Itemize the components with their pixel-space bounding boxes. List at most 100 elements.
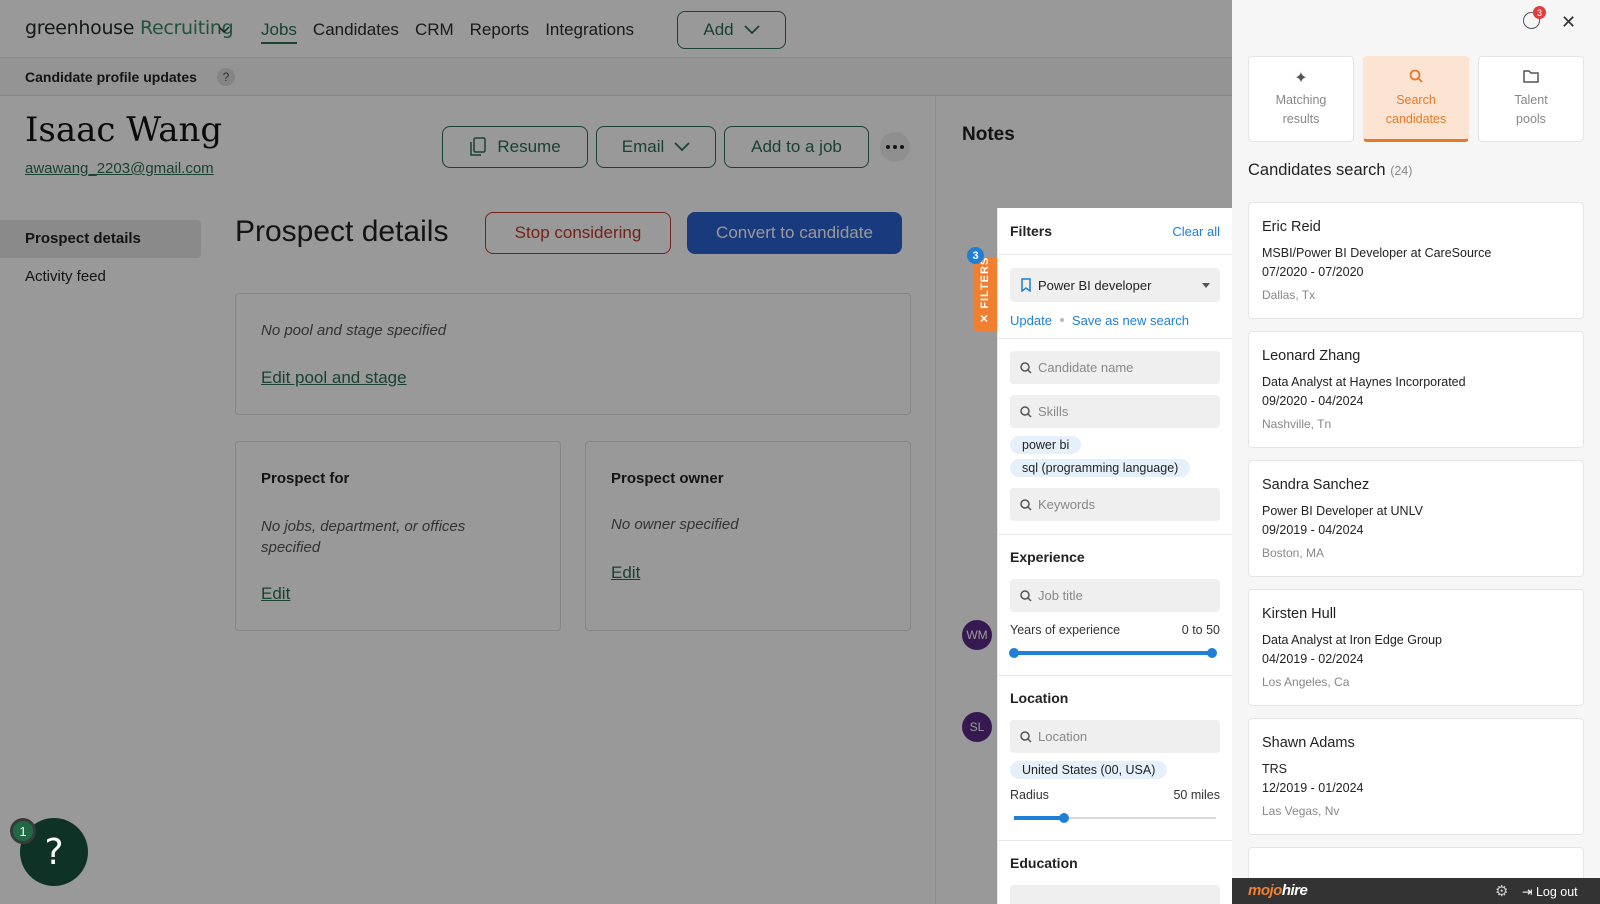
location-input[interactable]: Location [1010,720,1220,753]
keyword-section: Candidate name Skills power bi sql (prog… [998,339,1232,535]
clear-all-link[interactable]: Clear all [1172,224,1220,239]
notification-badge: 3 [1533,6,1546,19]
update-search-link[interactable]: Update [1010,313,1052,328]
candidate-card[interactable]: Sandra Sanchez Power BI Developer at UNL… [1248,460,1584,577]
filters-toggle-tab[interactable]: ✕ FILTERS [974,257,997,332]
candidate-card-role: Data Analyst at Iron Edge Group [1262,633,1442,647]
logout-button[interactable]: ⇥ Log out [1522,884,1578,899]
mojohire-logo: mojohire [1248,882,1308,899]
candidate-card[interactable]: Shawn Adams TRS 12/2019 - 01/2024 Las Ve… [1248,718,1584,835]
search-icon [1020,361,1032,374]
question-icon: ? [44,831,64,873]
filters-tab-label: ✕ FILTERS [979,256,991,323]
filters-header: Filters Clear all [998,208,1232,255]
tab-label: candidates [1385,112,1447,126]
candidate-card-dates: 12/2019 - 01/2024 [1262,781,1364,795]
skills-input[interactable]: Skills [1010,395,1220,428]
sparkle-icon: ✦ [1294,70,1308,87]
candidate-card-dates: 09/2020 - 04/2024 [1262,394,1364,408]
experience-section: Experience Job title Years of experience… [998,535,1232,676]
tab-label: Talent [1514,93,1548,107]
candidate-card[interactable]: Leonard Zhang Data Analyst at Haynes Inc… [1248,331,1584,448]
radius-row: Radius 50 miles [1010,788,1220,802]
skill-chip[interactable]: sql (programming language) [1010,459,1191,477]
filters-panel: Filters Clear all Power BI developer Upd… [997,208,1232,904]
tab-matching-results[interactable]: ✦ Matching results [1248,56,1354,142]
saved-search-actions: Update Save as new search [1010,302,1220,338]
skill-chip[interactable]: power bi [1010,436,1082,454]
candidate-card[interactable]: Kirsten Hull Data Analyst at Iron Edge G… [1248,589,1584,706]
results-count: (24) [1390,164,1413,178]
tab-label: results [1282,112,1320,126]
panel-footer: mojohire ⚙ ⇥ Log out [1232,878,1600,904]
years-label: Years of experience [1010,623,1121,637]
radius-label: Radius [1010,788,1049,802]
candidate-card-dates: 09/2019 - 04/2024 [1262,523,1364,537]
location-title: Location [1010,690,1069,706]
location-section: Location Location United States (00, USA… [998,676,1232,841]
tab-search-candidates[interactable]: Search candidates [1363,56,1469,142]
candidate-card-location: Dallas, Tx [1262,288,1316,302]
candidate-card-role: TRS [1262,762,1287,776]
search-icon [1020,589,1032,602]
keywords-placeholder: Keywords [1038,497,1096,512]
search-icon [1020,405,1032,418]
results-title-text: Candidates search [1248,161,1386,179]
radius-value: 50 miles [1173,788,1220,802]
panel-toolbar: 3 ✕ [1232,0,1600,45]
candidate-card-role: Power BI Developer at UNLV [1262,504,1423,518]
candidate-card-name: Leonard Zhang [1262,348,1361,364]
years-value: 0 to 50 [1181,623,1220,637]
search-icon [1020,498,1032,511]
location-chip[interactable]: United States (00, USA) [1010,761,1168,779]
candidate-card-location: Boston, MA [1262,546,1325,560]
candidate-card-name: Shawn Adams [1262,735,1355,751]
tab-talent-pools[interactable]: Talent pools [1478,56,1584,142]
candidate-card-name: Sandra Sanchez [1262,477,1370,493]
experience-title: Experience [1010,549,1085,565]
saved-search-select[interactable]: Power BI developer [1010,268,1220,302]
caret-down-icon [1202,283,1210,288]
candidate-name-input[interactable]: Candidate name [1010,351,1220,384]
sourcing-panel: 3 ✕ ✦ Matching results Search candidates… [1232,0,1600,904]
candidate-card-role: Data Analyst at Haynes Incorporated [1262,375,1466,389]
slider-handle[interactable] [1207,648,1217,658]
location-placeholder: Location [1038,729,1088,744]
candidate-card[interactable]: Eric Reid MSBI/Power BI Developer at Car… [1248,202,1584,319]
logout-label: Log out [1535,885,1578,899]
tab-label: pools [1516,112,1546,126]
slider-handle[interactable] [1058,813,1069,823]
slider-handle[interactable] [1009,648,1019,658]
save-new-search-link[interactable]: Save as new search [1072,313,1189,328]
candidate-name-placeholder: Candidate name [1038,360,1134,375]
active-filters-badge: 3 [967,247,984,264]
candidate-card-location: Las Vegas, Nv [1262,804,1340,818]
tab-label: Search [1396,93,1436,107]
education-title: Education [1010,855,1078,871]
tab-label: Matching [1275,93,1327,107]
candidate-card-name: Eric Reid [1262,219,1321,235]
job-title-input[interactable]: Job title [1010,579,1220,612]
skills-chips: power bi sql (programming language) [1010,436,1220,482]
job-title-placeholder: Job title [1038,588,1083,603]
keywords-input[interactable]: Keywords [1010,488,1220,521]
candidate-card-location: Nashville, Tn [1262,417,1332,431]
filters-title: Filters [1010,223,1053,239]
radius-slider[interactable] [1014,808,1216,828]
candidate-card-location: Los Angeles, Ca [1262,675,1350,689]
close-icon[interactable]: ✕ [1561,12,1576,33]
education-input[interactable] [1010,885,1220,904]
gear-icon[interactable]: ⚙ [1495,882,1508,900]
search-icon [1020,730,1032,743]
candidate-card-name: Kirsten Hull [1262,606,1337,622]
skills-placeholder: Skills [1038,404,1069,419]
years-row: Years of experience 0 to 50 [1010,623,1220,637]
saved-search-value: Power BI developer [1038,277,1152,293]
years-slider[interactable] [1009,643,1217,663]
education-section: Education [998,841,1232,904]
candidate-card-dates: 07/2020 - 07/2020 [1262,265,1364,279]
candidate-card-dates: 04/2019 - 02/2024 [1262,652,1364,666]
candidate-card-role: MSBI/Power BI Developer at CareSource [1262,246,1492,260]
results-title: Candidates search (24) [1248,161,1412,180]
folder-icon [1523,69,1539,91]
